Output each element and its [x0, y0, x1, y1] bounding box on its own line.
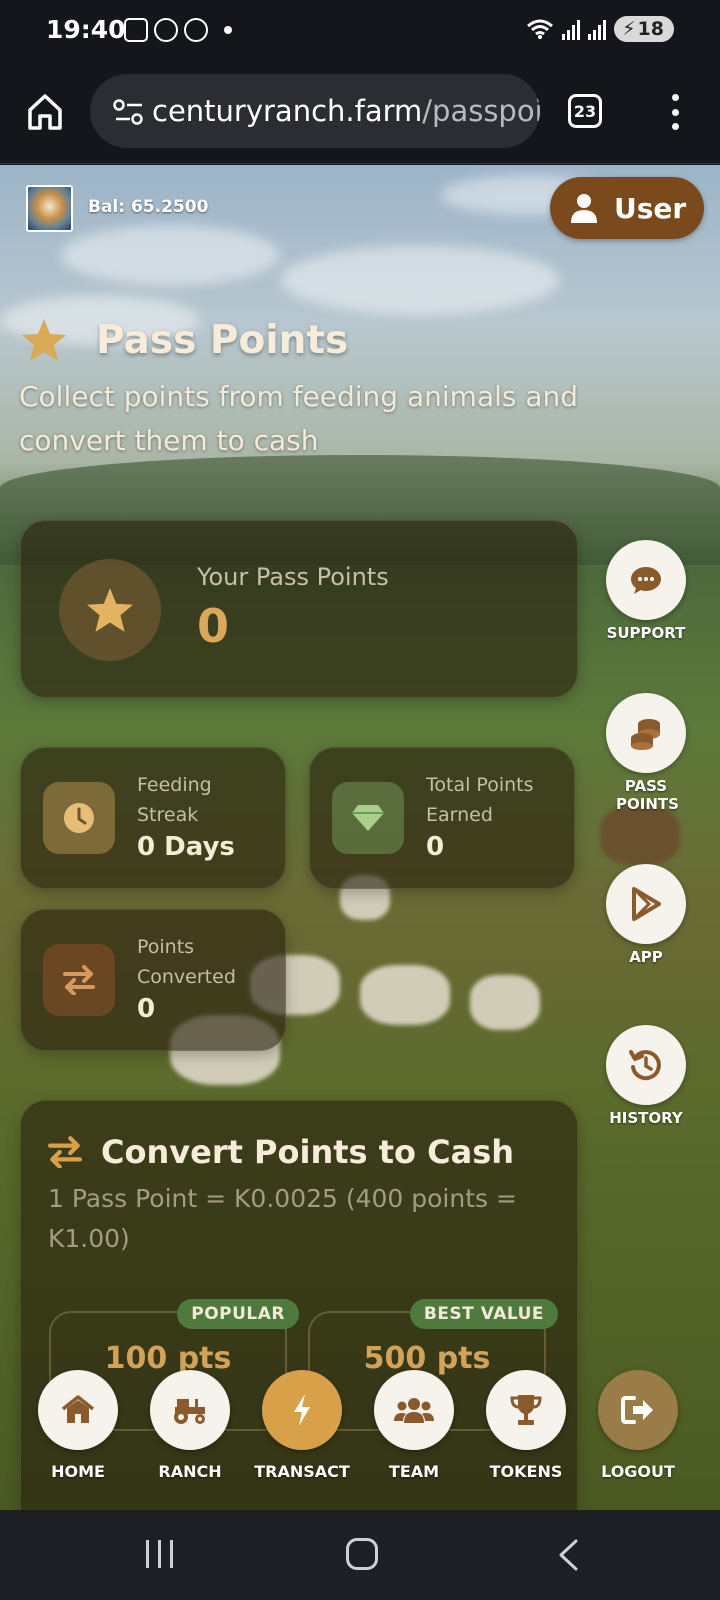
user-icon — [571, 194, 597, 223]
url-domain: centuryranch.farm — [152, 94, 423, 128]
star-icon — [87, 588, 133, 632]
nav-ranch-label: RANCH — [158, 1462, 222, 1481]
exchange-icon — [43, 944, 115, 1016]
users-icon — [394, 1398, 434, 1423]
nav-ranch[interactable]: RANCH — [140, 1370, 240, 1481]
nav-tokens[interactable]: TOKENS — [476, 1370, 576, 1481]
history-label: HISTORY — [609, 1109, 683, 1127]
total-points-value: 0 — [426, 832, 445, 862]
status-time: 19:40 — [46, 15, 126, 44]
system-icons: ⚡ 18 — [526, 16, 674, 42]
browser-home-icon[interactable] — [26, 92, 64, 132]
play-store-icon — [632, 887, 661, 921]
page-content: Bal: 65.2500 User Pass Points Collect po… — [0, 165, 720, 1510]
pass-points-card: Your Pass Points 0 — [20, 520, 578, 698]
nav-team[interactable]: TEAM — [364, 1370, 464, 1481]
points-converted-label: Points Converted — [137, 936, 236, 988]
signal-icon — [588, 18, 607, 40]
logout-icon — [621, 1396, 653, 1424]
diamond-icon — [332, 782, 404, 854]
history-icon — [629, 1050, 661, 1081]
convert-heading: Convert Points to Cash — [47, 1133, 514, 1171]
total-points-card: Total Points Earned 0 — [309, 747, 575, 889]
convert-title: Convert Points to Cash — [101, 1133, 515, 1171]
whatsapp-icon — [154, 18, 178, 42]
screenshot-icon — [124, 18, 148, 42]
app-button[interactable]: APP — [606, 864, 686, 966]
best-value-badge: BEST VALUE — [409, 1299, 558, 1329]
popular-badge: POPULAR — [177, 1299, 299, 1329]
balance-text: Bal: 65.2500 — [88, 197, 209, 217]
coins-icon — [631, 719, 660, 750]
points-converted-card: Points Converted 0 — [20, 909, 286, 1051]
home-icon — [61, 1395, 95, 1423]
page-heading: Pass Points — [20, 317, 348, 363]
nav-home-label: HOME — [51, 1462, 105, 1481]
exchange-icon — [48, 1136, 82, 1168]
url-path: /passpoir — [422, 94, 540, 128]
support-button[interactable]: SUPPORT — [606, 540, 686, 642]
nav-logout[interactable]: LOGOUT — [588, 1370, 688, 1481]
feeding-streak-card: Feeding Streak 0 Days — [20, 747, 286, 889]
points-converted-value: 0 — [137, 994, 156, 1024]
bottom-navigation: HOME RANCH TRANSACT TEAM TOKENS LOGOUT — [0, 1340, 720, 1510]
page-subtitle: Collect points from feeding animals and … — [19, 380, 579, 457]
more-notifications-dot-icon — [224, 26, 232, 34]
support-label: SUPPORT — [606, 624, 686, 642]
user-menu-button[interactable]: User — [550, 177, 704, 239]
star-icon — [22, 319, 66, 361]
trophy-icon — [510, 1395, 542, 1425]
user-button-label: User — [614, 191, 687, 225]
points-label: Your Pass Points — [197, 563, 389, 591]
signal-icon — [562, 18, 581, 40]
system-home-icon[interactable] — [346, 1538, 378, 1570]
whatsapp-icon — [184, 18, 208, 42]
site-settings-icon[interactable] — [112, 99, 146, 125]
history-button[interactable]: HISTORY — [606, 1025, 686, 1127]
nav-transact-label: TRANSACT — [254, 1462, 350, 1481]
nav-tokens-label: TOKENS — [489, 1462, 563, 1481]
battery-indicator: ⚡ 18 — [614, 16, 674, 42]
conversion-rate: 1 Pass Point = K0.0025 (400 points = K1.… — [48, 1184, 517, 1253]
site-logo[interactable] — [26, 185, 73, 232]
nav-team-label: TEAM — [388, 1462, 440, 1481]
charging-bolt-icon: ⚡ — [622, 18, 636, 40]
streak-value: 0 Days — [137, 832, 235, 862]
pass-points-side-button[interactable]: PASS POINTS — [606, 693, 686, 813]
page-title: Pass Points — [96, 317, 349, 363]
nav-transact[interactable]: TRANSACT — [252, 1370, 352, 1481]
app-label: APP — [629, 948, 663, 966]
tab-switcher-button[interactable]: 23 — [568, 94, 602, 128]
chat-icon — [631, 567, 661, 594]
nav-home[interactable]: HOME — [28, 1370, 128, 1481]
total-points-label: Total Points Earned — [426, 774, 534, 826]
bolt-icon — [294, 1394, 310, 1426]
wifi-icon — [527, 19, 554, 39]
battery-level: 18 — [637, 18, 664, 40]
pass-points-side-label: PASS POINTS — [616, 777, 679, 813]
points-badge — [59, 559, 161, 661]
browser-toolbar: centuryranch.farm/passpoir 23 — [0, 64, 720, 164]
tractor-icon — [174, 1399, 205, 1424]
status-bar: 19:40 ⚡ 18 — [0, 0, 720, 64]
address-bar[interactable]: centuryranch.farm/passpoir — [90, 74, 540, 148]
points-value: 0 — [197, 599, 230, 653]
back-icon[interactable] — [556, 1538, 580, 1572]
browser-menu-icon[interactable] — [660, 94, 690, 130]
streak-label: Feeding Streak — [137, 774, 212, 826]
url-text: centuryranch.farm/passpoir — [152, 94, 540, 128]
notification-icons — [124, 18, 232, 42]
recents-icon[interactable] — [146, 1540, 173, 1568]
clock-icon — [43, 782, 115, 854]
system-navigation-bar — [0, 1510, 720, 1600]
nav-logout-label: LOGOUT — [601, 1462, 675, 1481]
